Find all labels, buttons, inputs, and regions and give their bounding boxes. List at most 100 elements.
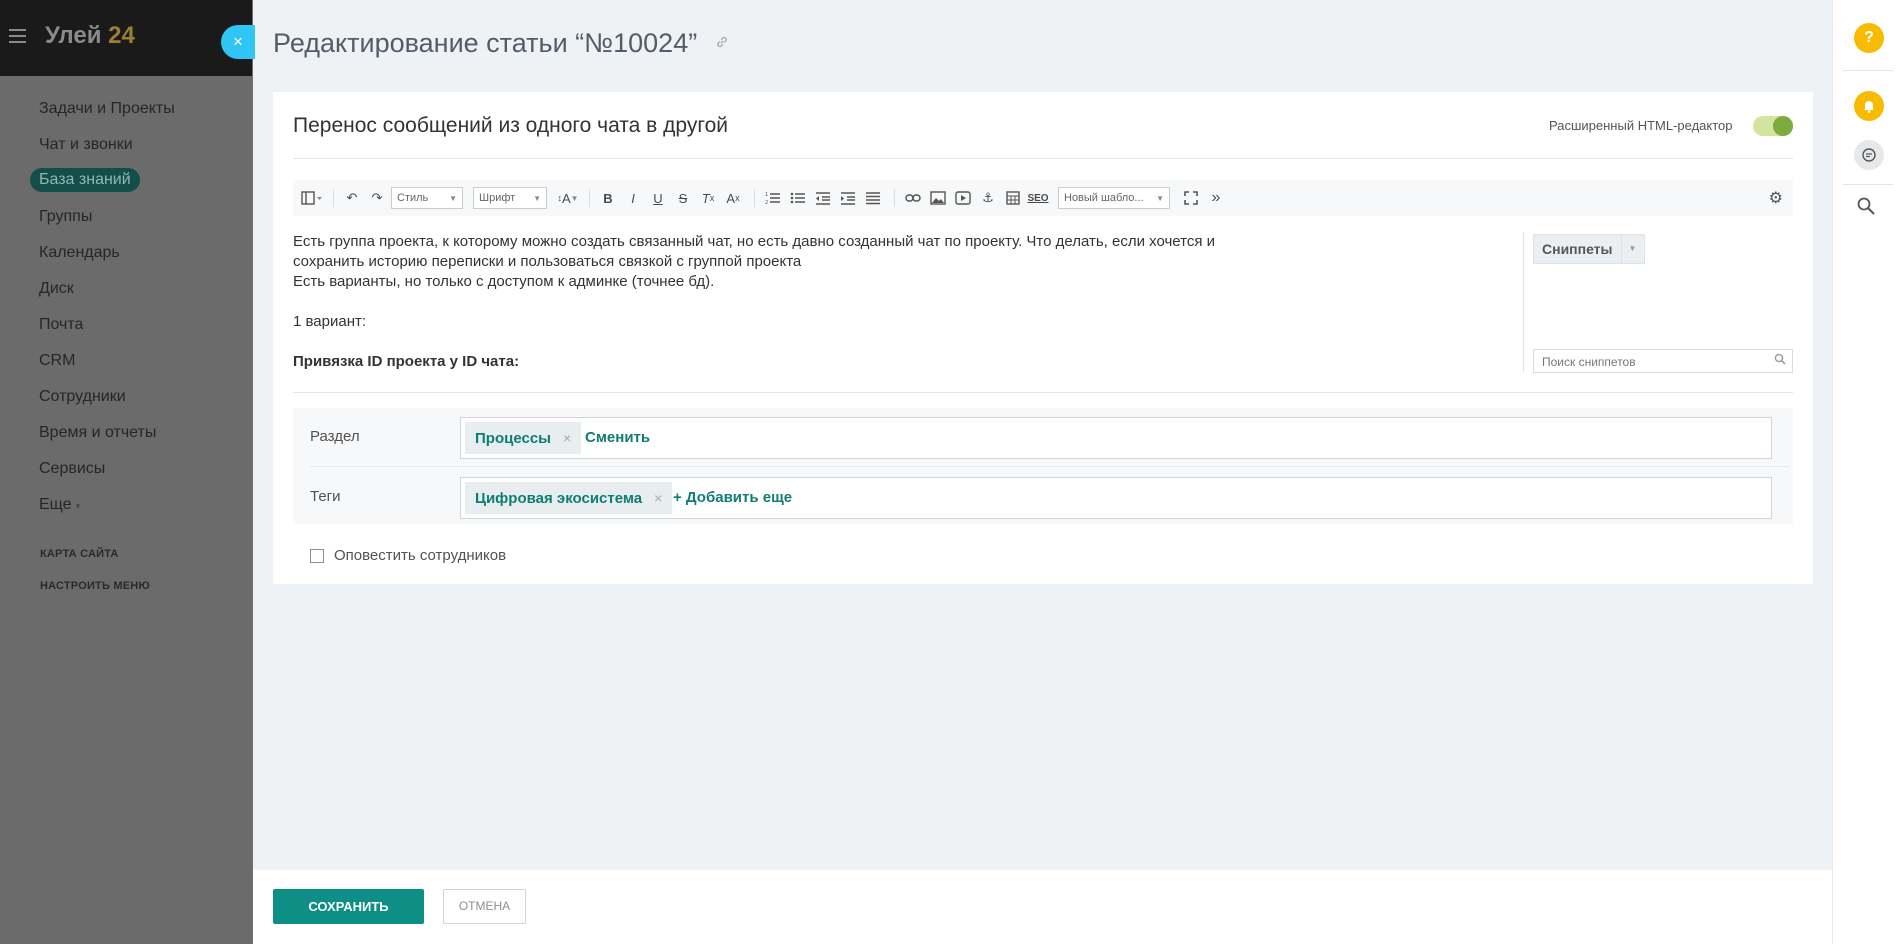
undo-icon[interactable]: ↶ <box>341 186 363 210</box>
sidebar-item-groups[interactable]: Группы <box>39 208 92 226</box>
snippets-label: Сниппеты <box>1534 235 1622 263</box>
align-icon[interactable] <box>862 186 884 210</box>
anchor-icon[interactable]: ⚓ <box>977 186 999 210</box>
bell-icon[interactable] <box>1854 91 1884 121</box>
menu-icon[interactable] <box>9 29 26 43</box>
article-properties: Раздел Процессы × Сменить Теги Цифровая … <box>293 408 1793 524</box>
divider <box>293 392 1793 393</box>
sidebar-item-label: Еще <box>39 496 72 513</box>
article-title-input[interactable]: Перенос сообщений из одного чата в друго… <box>293 114 728 138</box>
section-chip-label: Процессы <box>475 429 551 447</box>
body-heading: Привязка ID проекта у ID чата: <box>293 353 520 370</box>
more-tools-icon[interactable]: » <box>1205 186 1227 210</box>
portal-header: Улей 24 <box>0 0 252 76</box>
html-editor-toggle[interactable] <box>1753 116 1793 136</box>
sidebar-item-employees[interactable]: Сотрудники <box>39 388 126 406</box>
tags-field[interactable]: Цифровая экосистема × + Добавить еще <box>460 477 1772 519</box>
close-slider-button[interactable]: × <box>221 25 255 59</box>
bold-icon[interactable]: B <box>597 186 619 210</box>
tag-chip-label: Цифровая экосистема <box>475 489 643 507</box>
close-icon: × <box>233 32 243 51</box>
tag-chip: Цифровая экосистема × <box>465 482 673 514</box>
clear-format-icon[interactable]: Tx <box>697 186 719 210</box>
right-rail: ? <box>1832 0 1903 944</box>
add-tag-link[interactable]: + Добавить еще <box>673 489 792 506</box>
sidebar-item-crm[interactable]: CRM <box>39 352 75 370</box>
font-size-icon[interactable]: ↕ A ▼ <box>557 186 579 210</box>
search-icon[interactable] <box>1857 197 1875 221</box>
underline-icon[interactable]: U <box>647 186 669 210</box>
snippets-button[interactable]: Сниппеты ▼ <box>1533 234 1645 264</box>
link-insert-icon[interactable] <box>902 186 924 210</box>
cancel-button[interactable]: ОТМЕНА <box>443 889 526 924</box>
gear-icon[interactable]: ⚙ <box>1769 188 1783 208</box>
editor-content[interactable]: Есть группа проекта, к которому можно со… <box>293 232 1293 372</box>
sidebar-item-calendar[interactable]: Календарь <box>39 244 120 262</box>
tags-row: Теги Цифровая экосистема × + Добавить ещ… <box>293 468 1793 528</box>
notify-checkbox[interactable] <box>310 548 324 563</box>
action-bar: СОХРАНИТЬ ИЗМЕНЕНИЯ ОТМЕНА <box>253 870 1832 944</box>
indent-icon[interactable] <box>837 186 859 210</box>
section-row: Раздел Процессы × Сменить <box>293 408 1793 468</box>
sidebar-item-time-reports[interactable]: Время и отчеты <box>39 424 156 442</box>
sidebar-item-tasks[interactable]: Задачи и Проекты <box>39 100 175 118</box>
configure-menu-link[interactable]: НАСТРОИТЬ МЕНЮ <box>40 580 150 592</box>
svg-text:2: 2 <box>765 200 768 205</box>
chevron-down-icon: ▼ <box>533 193 541 203</box>
tags-label: Теги <box>310 488 341 505</box>
search-icon[interactable] <box>1774 353 1786 368</box>
notify-employees[interactable]: Оповестить сотрудников <box>310 547 506 564</box>
italic-icon[interactable]: I <box>622 186 644 210</box>
snippets-search-placeholder: Поиск сниппетов <box>1542 355 1636 369</box>
toolbar-separator <box>894 189 895 207</box>
section-chip: Процессы × <box>465 422 582 454</box>
body-line: Есть группа проекта, к которому можно со… <box>293 233 1216 250</box>
toolbar-separator <box>754 189 755 207</box>
font-select[interactable]: Шрифт ▼ <box>473 187 547 209</box>
logo[interactable]: Улей 24 <box>45 22 135 50</box>
snippets-search-input[interactable]: Поиск сниппетов <box>1533 349 1793 373</box>
site-map-link[interactable]: КАРТА САЙТА <box>40 548 119 560</box>
sidebar-item-knowledge-base[interactable]: База знаний <box>30 168 140 192</box>
sidebar-item-more[interactable]: Еще ▾ <box>39 496 80 514</box>
style-select-value: Стиль <box>397 192 429 204</box>
sidebar-item-services[interactable]: Сервисы <box>39 460 105 478</box>
editor-toolbar: ↶ ↷ Стиль ▼ Шрифт ▼ ↕ A ▼ B I U S Tx Ax 12 <box>293 180 1793 216</box>
remove-format-icon[interactable]: Ax <box>722 186 744 210</box>
bullet-list-icon[interactable] <box>787 186 809 210</box>
change-section-link[interactable]: Сменить <box>585 429 650 446</box>
section-field[interactable]: Процессы × Сменить <box>460 417 1772 459</box>
font-select-value: Шрифт <box>479 192 516 204</box>
chevron-down-icon: ▾ <box>75 501 81 511</box>
view-mode-icon[interactable] <box>301 186 323 210</box>
sidebar-item-mail[interactable]: Почта <box>39 316 83 334</box>
template-select-value: Новый шабло... <box>1064 192 1144 204</box>
help-icon[interactable]: ? <box>1854 23 1884 53</box>
divider <box>293 158 1793 159</box>
template-select[interactable]: Новый шабло... ▼ <box>1058 187 1170 209</box>
section-label: Раздел <box>310 428 360 445</box>
outdent-icon[interactable] <box>812 186 834 210</box>
ordered-list-icon[interactable]: 12 <box>762 186 784 210</box>
save-button[interactable]: СОХРАНИТЬ ИЗМЕНЕНИЯ <box>273 889 424 944</box>
fullscreen-icon[interactable] <box>1180 186 1202 210</box>
toolbar-separator <box>589 189 590 207</box>
video-icon[interactable] <box>952 186 974 210</box>
strikethrough-icon[interactable]: S <box>672 186 694 210</box>
chat-icon[interactable] <box>1854 140 1884 170</box>
remove-tag-icon[interactable]: × <box>654 490 662 506</box>
sidebar-item-chat[interactable]: Чат и звонки <box>39 136 133 154</box>
image-icon[interactable] <box>927 186 949 210</box>
logo-number: 24 <box>108 22 135 49</box>
remove-section-icon[interactable]: × <box>563 430 571 446</box>
seo-icon[interactable]: SEO <box>1027 186 1049 210</box>
sidebar-item-disk[interactable]: Диск <box>39 280 74 298</box>
body-line: Есть варианты, но только с доступом к ад… <box>293 273 715 290</box>
style-select[interactable]: Стиль ▼ <box>391 187 463 209</box>
redo-icon[interactable]: ↷ <box>366 186 388 210</box>
chevron-down-icon: ▼ <box>449 193 457 203</box>
chevron-down-icon[interactable]: ▼ <box>1622 235 1644 263</box>
table-icon[interactable] <box>1002 186 1024 210</box>
link-icon[interactable] <box>715 35 729 54</box>
sidebar-item-label: База знаний <box>39 171 131 188</box>
